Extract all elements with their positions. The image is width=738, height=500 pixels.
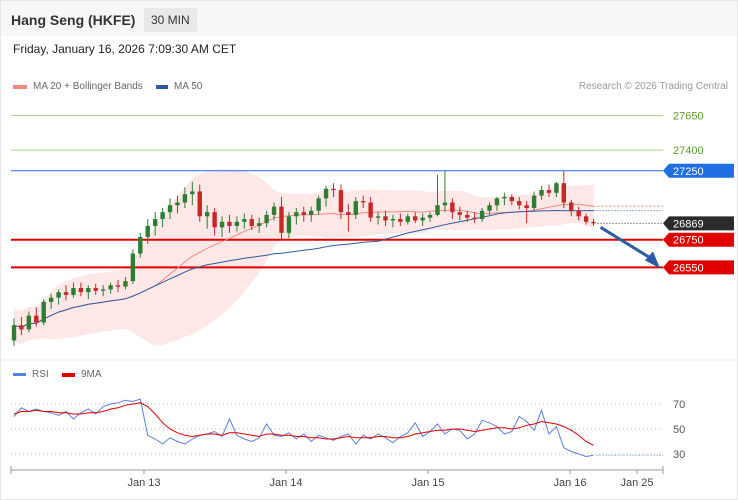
candle-body	[576, 210, 581, 217]
candle-body	[405, 216, 410, 222]
candle-body	[323, 188, 329, 199]
candle-body	[123, 281, 128, 287]
candle-body	[71, 288, 76, 295]
candle-body	[167, 205, 173, 213]
price-chart[interactable]: 27650 27400 27250 26750 26550 26869 70 50 30 Jan …	[0, 0, 738, 500]
candle-body	[487, 205, 492, 211]
candle-body	[338, 190, 344, 213]
candle-body	[442, 202, 448, 206]
x-tick-label: Jan 15	[411, 477, 444, 489]
candle-body	[130, 253, 136, 282]
candle-body	[301, 212, 306, 215]
candle-body	[86, 288, 91, 293]
candle-body	[115, 285, 121, 287]
candle-body	[34, 315, 39, 323]
candle-body	[286, 216, 292, 233]
candle-body	[554, 183, 559, 193]
candle-body	[583, 216, 589, 222]
candle-body	[546, 190, 552, 193]
x-tick-label: Jan 14	[269, 477, 302, 489]
candle-body	[204, 212, 210, 217]
level-label-27650: 27650	[673, 111, 704, 123]
candle-body	[279, 206, 284, 233]
candle-body	[11, 325, 17, 341]
candle-body	[145, 225, 150, 237]
candle-body	[569, 202, 574, 211]
candle-body	[531, 195, 537, 209]
candle-body	[435, 205, 440, 215]
candle-body	[56, 292, 61, 298]
candle-body	[249, 219, 254, 226]
candle-body	[383, 216, 388, 221]
candle-body	[361, 201, 366, 203]
rsi-tick-30: 30	[673, 449, 685, 461]
candle-body	[19, 325, 24, 330]
bollinger-band	[14, 168, 594, 346]
candle-body	[398, 219, 403, 222]
candle-body	[100, 289, 106, 291]
rsi-tick-70: 70	[673, 399, 685, 411]
candle-body	[78, 288, 84, 293]
candle-body	[41, 301, 46, 323]
candle-body	[331, 188, 336, 191]
x-tick-label: Jan 16	[553, 477, 586, 489]
x-tick-label: Jan 13	[127, 477, 160, 489]
candle-body	[227, 221, 232, 226]
candle-body	[93, 288, 98, 291]
level-label-26750: 26750	[673, 235, 704, 247]
rsi-tick-50: 50	[673, 424, 685, 436]
candle-body	[375, 216, 381, 218]
candle-body	[427, 214, 433, 218]
candle-body	[63, 292, 69, 295]
candle-body	[479, 210, 485, 220]
candle-body	[457, 212, 462, 215]
candle-body	[517, 201, 522, 206]
candle-body	[465, 214, 470, 218]
candle-body	[420, 217, 425, 221]
candle-body	[271, 206, 277, 215]
candle-body	[502, 196, 507, 199]
candle-body	[26, 315, 32, 330]
candle-body	[390, 219, 396, 221]
level-label-27400: 27400	[673, 145, 704, 157]
candle-body	[413, 216, 418, 221]
candle-body	[494, 198, 500, 206]
candle-body	[219, 221, 225, 228]
candle-body	[524, 205, 529, 209]
candle-body	[234, 221, 240, 226]
level-label-26550: 26550	[673, 262, 704, 274]
x-tick-label: Jan 25	[620, 477, 653, 489]
candle-body	[472, 217, 477, 220]
candle-body	[353, 201, 358, 215]
forecast-arrow-head	[645, 251, 660, 269]
candle-body	[264, 214, 269, 224]
candle-body	[309, 210, 314, 215]
candle-body	[346, 212, 351, 215]
candle-body	[48, 297, 54, 302]
candle-body	[175, 202, 180, 206]
candle-body	[256, 223, 262, 226]
candle-body	[138, 236, 143, 254]
candle-body	[197, 191, 202, 217]
candle-body	[539, 190, 544, 196]
candle-body	[561, 183, 567, 203]
candle-body	[591, 221, 596, 224]
candle-body	[182, 194, 188, 203]
level-label-27250: 27250	[673, 166, 704, 178]
candle-body	[160, 212, 165, 220]
forecast-arrow	[599, 226, 652, 260]
candle-body	[509, 196, 515, 202]
candle-body	[294, 212, 299, 217]
candle-body	[242, 219, 247, 222]
candle-body	[152, 219, 158, 226]
candle-body	[450, 202, 455, 213]
candle-body	[108, 285, 113, 290]
candle-body	[368, 202, 373, 218]
candle-body	[316, 198, 321, 211]
candle-body	[212, 212, 217, 228]
candle-body	[190, 191, 195, 195]
current-price-label: 26869	[673, 218, 704, 230]
